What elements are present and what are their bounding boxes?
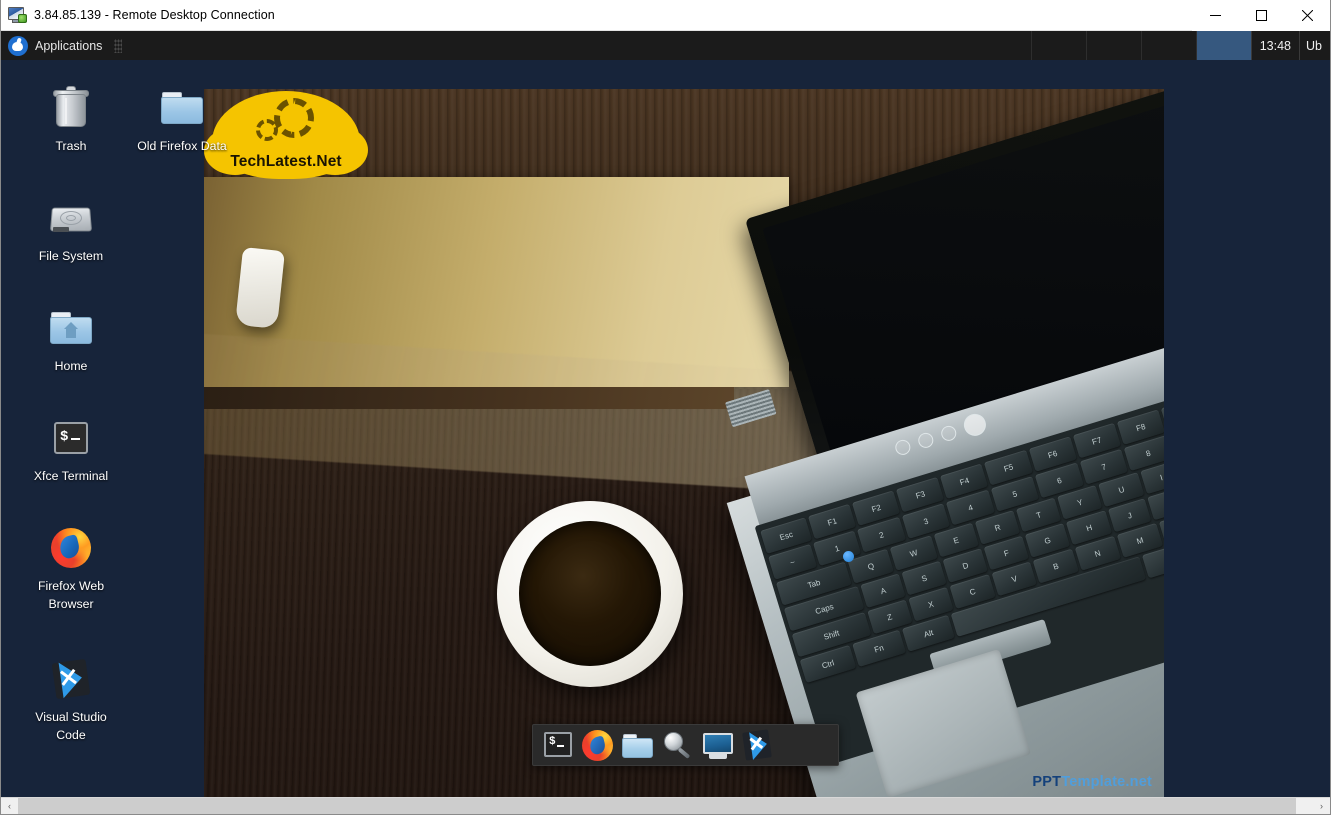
panel-clock[interactable]: 13:48 xyxy=(1252,39,1299,53)
task-button-3[interactable] xyxy=(1140,31,1196,60)
task-button-1[interactable] xyxy=(1030,31,1086,60)
desktop-icon-label: Xfce Terminal xyxy=(33,469,109,483)
tasklist-spacer xyxy=(128,31,1030,60)
dock-item-display-settings[interactable] xyxy=(700,728,736,762)
applications-menu-label: Applications xyxy=(35,38,103,53)
desktop-icon-xfce-terminal[interactable]: $ Xfce Terminal xyxy=(23,414,119,486)
desktop-icon-label: Firefox Web Browser xyxy=(37,579,105,611)
desktop-icon-vscode[interactable]: Visual Studio Code xyxy=(23,655,119,745)
dock-item-search[interactable] xyxy=(660,728,696,762)
trash-icon xyxy=(47,84,95,132)
xfce-dock-panel: $ xyxy=(532,724,839,766)
desktop-wallpaper: EscF1F2F3F4F5F6F7F8F9 ~123456789 TabQWER… xyxy=(204,89,1164,797)
desktop-icon-home[interactable]: Home xyxy=(23,304,119,376)
scrollbar-thumb[interactable] xyxy=(18,798,1296,814)
panel-drag-handle[interactable] xyxy=(114,38,123,53)
scroll-right-arrow[interactable]: › xyxy=(1313,798,1330,814)
applications-menu-button[interactable]: Applications xyxy=(1,31,112,60)
dock-item-firefox[interactable] xyxy=(580,728,616,762)
minimize-button[interactable] xyxy=(1192,0,1238,31)
desktop-icon-label: Home xyxy=(54,359,88,373)
close-button[interactable] xyxy=(1284,0,1330,31)
horizontal-scrollbar[interactable]: ‹ › xyxy=(1,797,1330,814)
desktop-icon-firefox[interactable]: Firefox Web Browser xyxy=(23,524,119,614)
coffee-cup-handle xyxy=(235,247,285,329)
task-button-2[interactable] xyxy=(1085,31,1141,60)
remote-desktop-viewport[interactable]: Applications 13:48 Ub Esc F1 F2 F3 F4 F5… xyxy=(1,31,1330,797)
gear-small-icon xyxy=(256,119,278,141)
xfce-top-panel: Applications 13:48 Ub xyxy=(1,31,1330,60)
desktop-icon-label: File System xyxy=(38,249,104,263)
home-folder-icon xyxy=(47,304,95,352)
desktop-icon-label: Trash xyxy=(55,139,87,153)
dock-item-file-manager[interactable] xyxy=(620,728,656,762)
hard-disk-icon xyxy=(47,194,95,242)
desktop-icon-grid: Trash Old Firefox Data File System Home xyxy=(1,60,227,797)
remote-desktop-window: 3.84.85.139 - Remote Desktop Connection … xyxy=(0,0,1331,815)
panel-user-label[interactable]: Ub xyxy=(1300,39,1326,53)
coffee-liquid xyxy=(519,521,661,666)
coffee-cup xyxy=(497,501,683,687)
techlatest-logo: TechLatest.Net xyxy=(204,91,368,179)
remote-desktop-icon xyxy=(8,6,27,24)
dock-item-vscode[interactable] xyxy=(740,728,776,762)
wallpaper-dark-band xyxy=(204,387,734,409)
window-titlebar[interactable]: 3.84.85.139 - Remote Desktop Connection xyxy=(1,0,1330,31)
desktop-icon-label: Old Firefox Data xyxy=(137,139,227,153)
ppttemplate-watermark: PPTTemplate.net xyxy=(1032,774,1152,790)
maximize-button[interactable] xyxy=(1238,0,1284,31)
scrollbar-track[interactable] xyxy=(18,798,1313,814)
laptop-trackpoint xyxy=(843,551,854,562)
window-title: 3.84.85.139 - Remote Desktop Connection xyxy=(34,8,275,22)
task-button-4-active[interactable] xyxy=(1195,31,1251,60)
folder-icon xyxy=(158,84,206,132)
panel-status-area: 13:48 Ub xyxy=(1250,31,1330,60)
firefox-icon xyxy=(47,524,95,572)
dock-item-terminal[interactable]: $ xyxy=(540,728,576,762)
techlatest-logo-text: TechLatest.Net xyxy=(230,153,342,170)
scroll-left-arrow[interactable]: ‹ xyxy=(1,798,18,814)
watermark-suffix: Template.net xyxy=(1061,774,1152,790)
vscode-icon xyxy=(47,655,95,703)
terminal-icon: $ xyxy=(47,414,95,462)
desktop-icon-file-system[interactable]: File System xyxy=(23,194,119,266)
watermark-prefix: PPT xyxy=(1032,774,1062,790)
window-tasklist xyxy=(128,31,1251,60)
desktop-icon-label: Visual Studio Code xyxy=(35,710,107,742)
xfce-mouse-icon xyxy=(8,35,28,56)
desktop-icon-old-firefox-data[interactable]: Old Firefox Data xyxy=(134,84,230,156)
window-controls xyxy=(1192,0,1330,31)
desktop-icon-trash[interactable]: Trash xyxy=(23,84,119,156)
